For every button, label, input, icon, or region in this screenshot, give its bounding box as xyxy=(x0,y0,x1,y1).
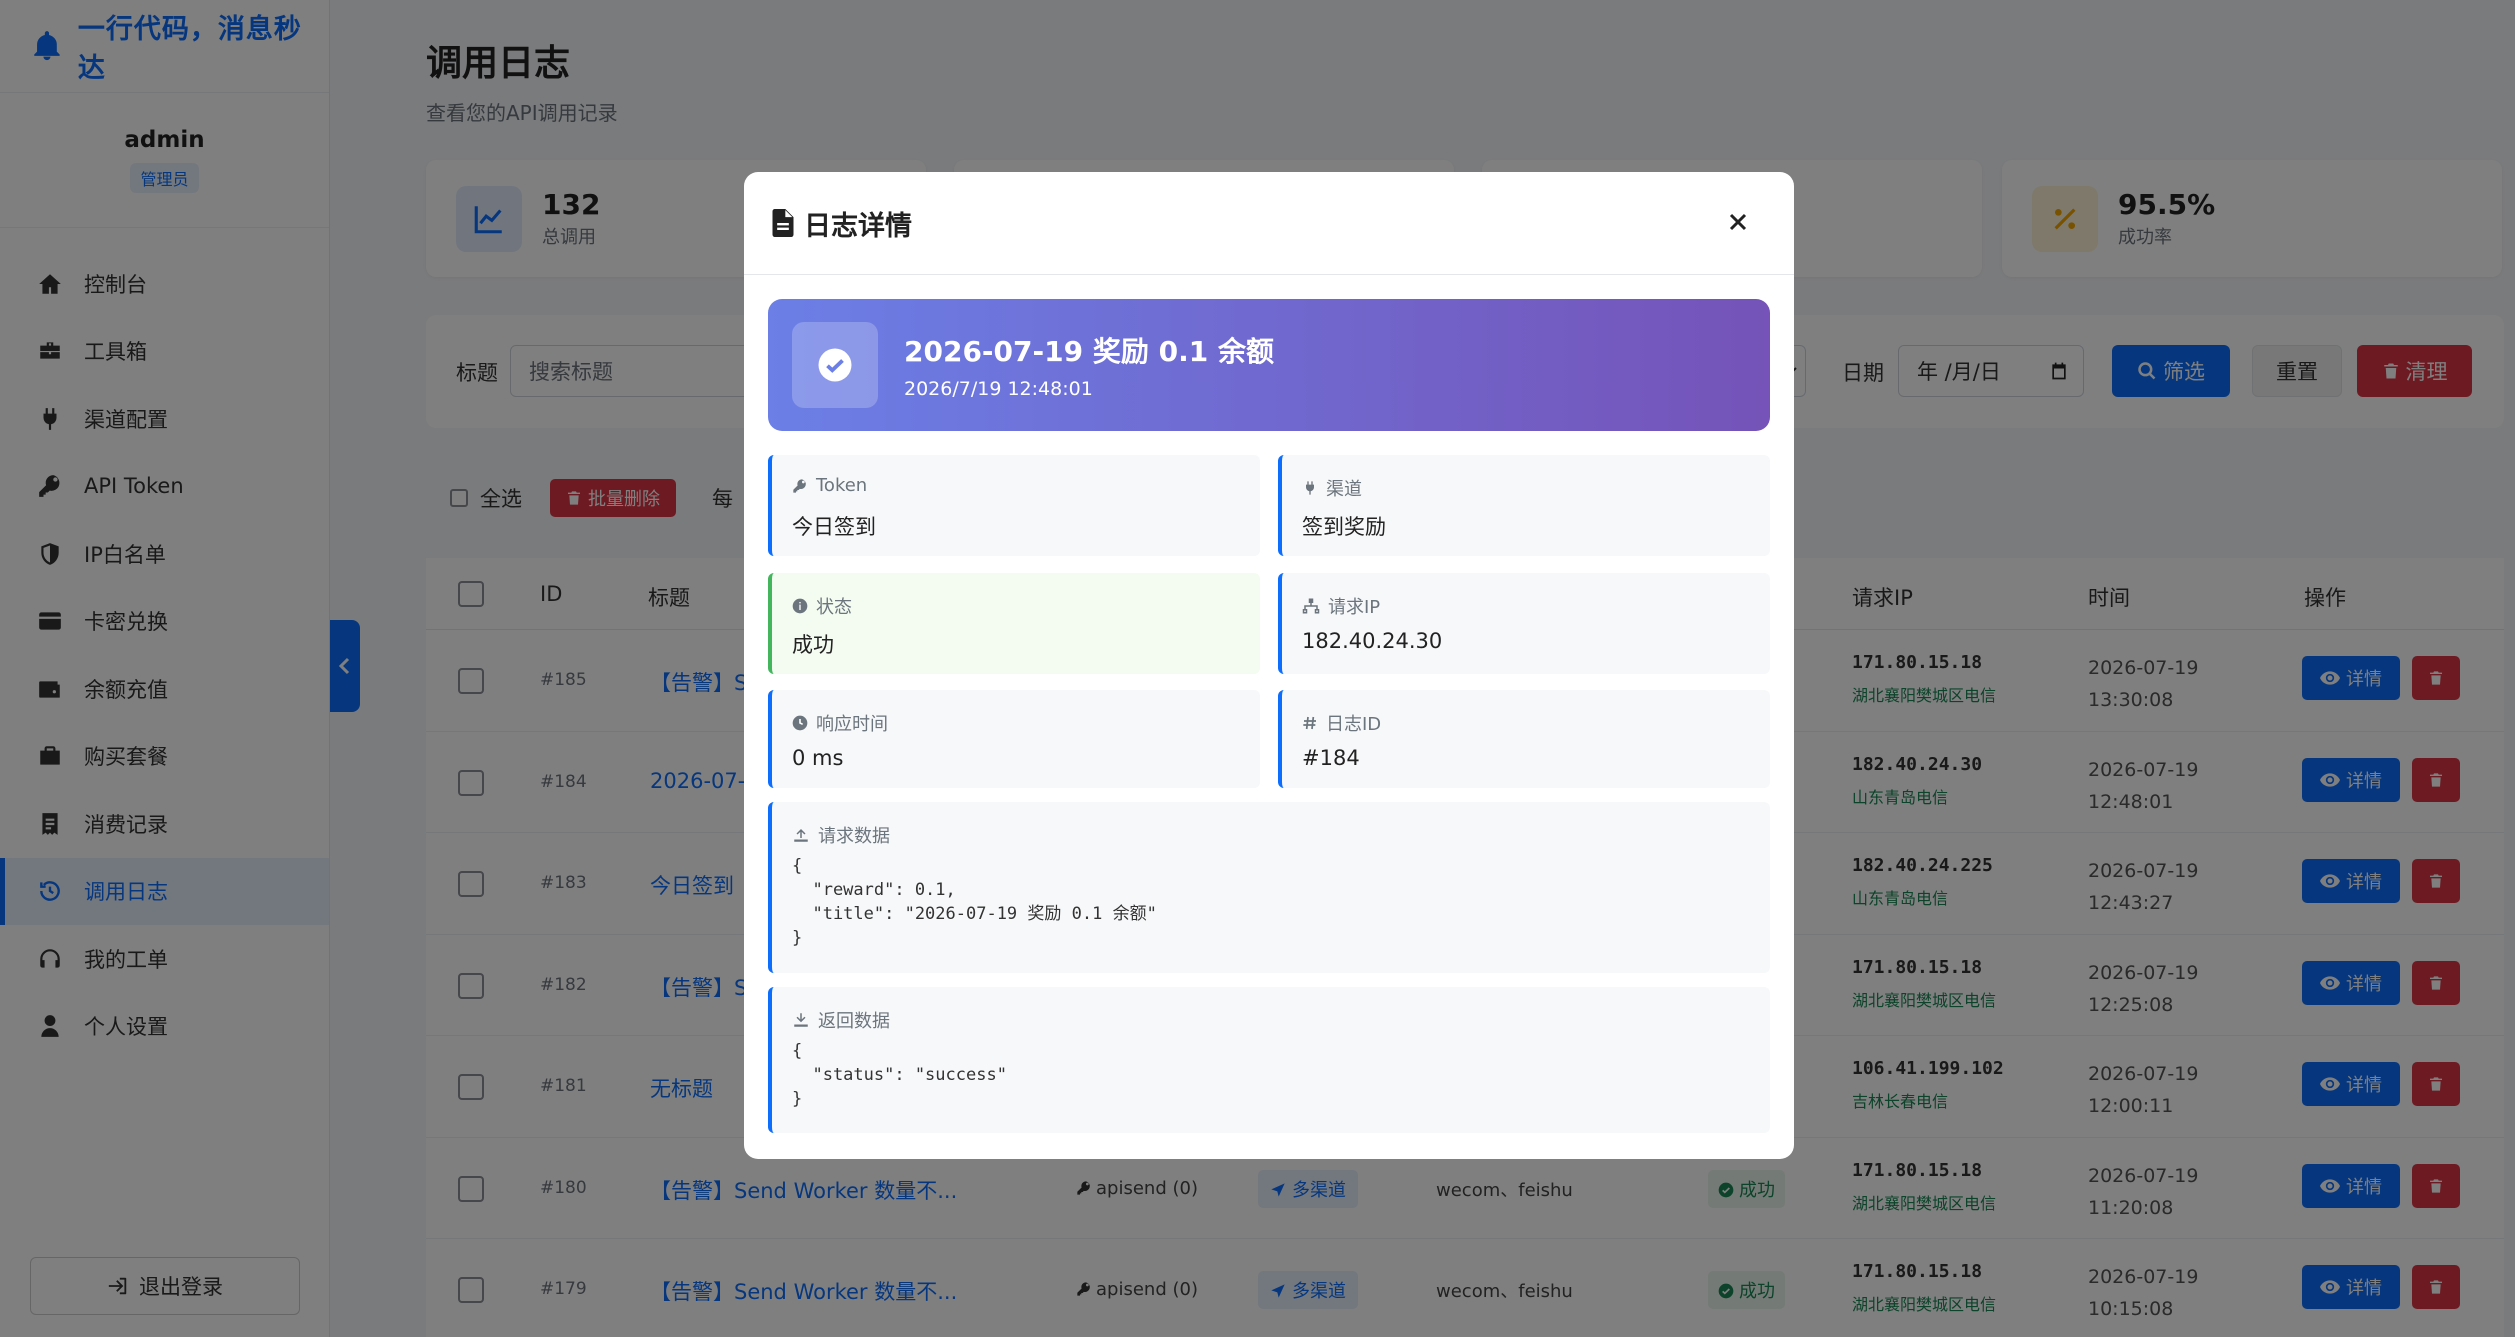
field-value: #184 xyxy=(1302,746,1360,770)
log-detail-modal: 日志详情 2026-07-19 奖励 0.1 余额 2026/7/19 12:4… xyxy=(744,172,1794,1159)
download-icon xyxy=(794,1013,808,1027)
check-circle-icon xyxy=(792,322,878,408)
plug-icon xyxy=(1306,481,1314,495)
info-icon xyxy=(792,598,808,614)
clock-icon xyxy=(792,715,808,731)
field-request-ip: 请求IP 182.40.24.30 xyxy=(1278,573,1770,674)
upload-icon xyxy=(794,829,808,842)
field-value: 182.40.24.30 xyxy=(1302,629,1443,653)
key-icon xyxy=(793,478,806,493)
hash-icon xyxy=(1303,716,1316,730)
field-log-id: 日志ID #184 xyxy=(1278,690,1770,788)
field-response-time: 响应时间 0 ms xyxy=(768,690,1260,788)
field-channel: 渠道 签到奖励 xyxy=(1278,455,1770,556)
response-json: { "status": "success" } xyxy=(792,1041,1007,1109)
request-json: { "reward": 0.1, "title": "2026-07-19 奖励… xyxy=(792,856,1157,948)
field-status: 状态 成功 xyxy=(768,573,1260,674)
field-value: 0 ms xyxy=(792,746,844,770)
network-icon xyxy=(1302,598,1320,614)
log-summary-banner: 2026-07-19 奖励 0.1 余额 2026/7/19 12:48:01 xyxy=(768,299,1770,431)
response-data-panel: 返回数据 { "status": "success" } xyxy=(768,987,1770,1133)
modal-title: 日志详情 xyxy=(804,210,912,242)
request-data-panel: 请求数据 { "reward": 0.1, "title": "2026-07-… xyxy=(768,802,1770,973)
modal-header: 日志详情 xyxy=(744,172,1794,275)
field-value: 成功 xyxy=(792,633,834,657)
log-timestamp: 2026/7/19 12:48:01 xyxy=(904,378,1093,400)
close-icon xyxy=(1729,213,1747,231)
field-token: Token 今日签到 xyxy=(768,455,1260,556)
close-button[interactable] xyxy=(1722,206,1754,238)
field-value: 签到奖励 xyxy=(1302,515,1386,539)
file-icon xyxy=(772,209,794,237)
field-value: 今日签到 xyxy=(792,515,876,539)
log-title: 2026-07-19 奖励 0.1 余额 xyxy=(904,335,1274,368)
